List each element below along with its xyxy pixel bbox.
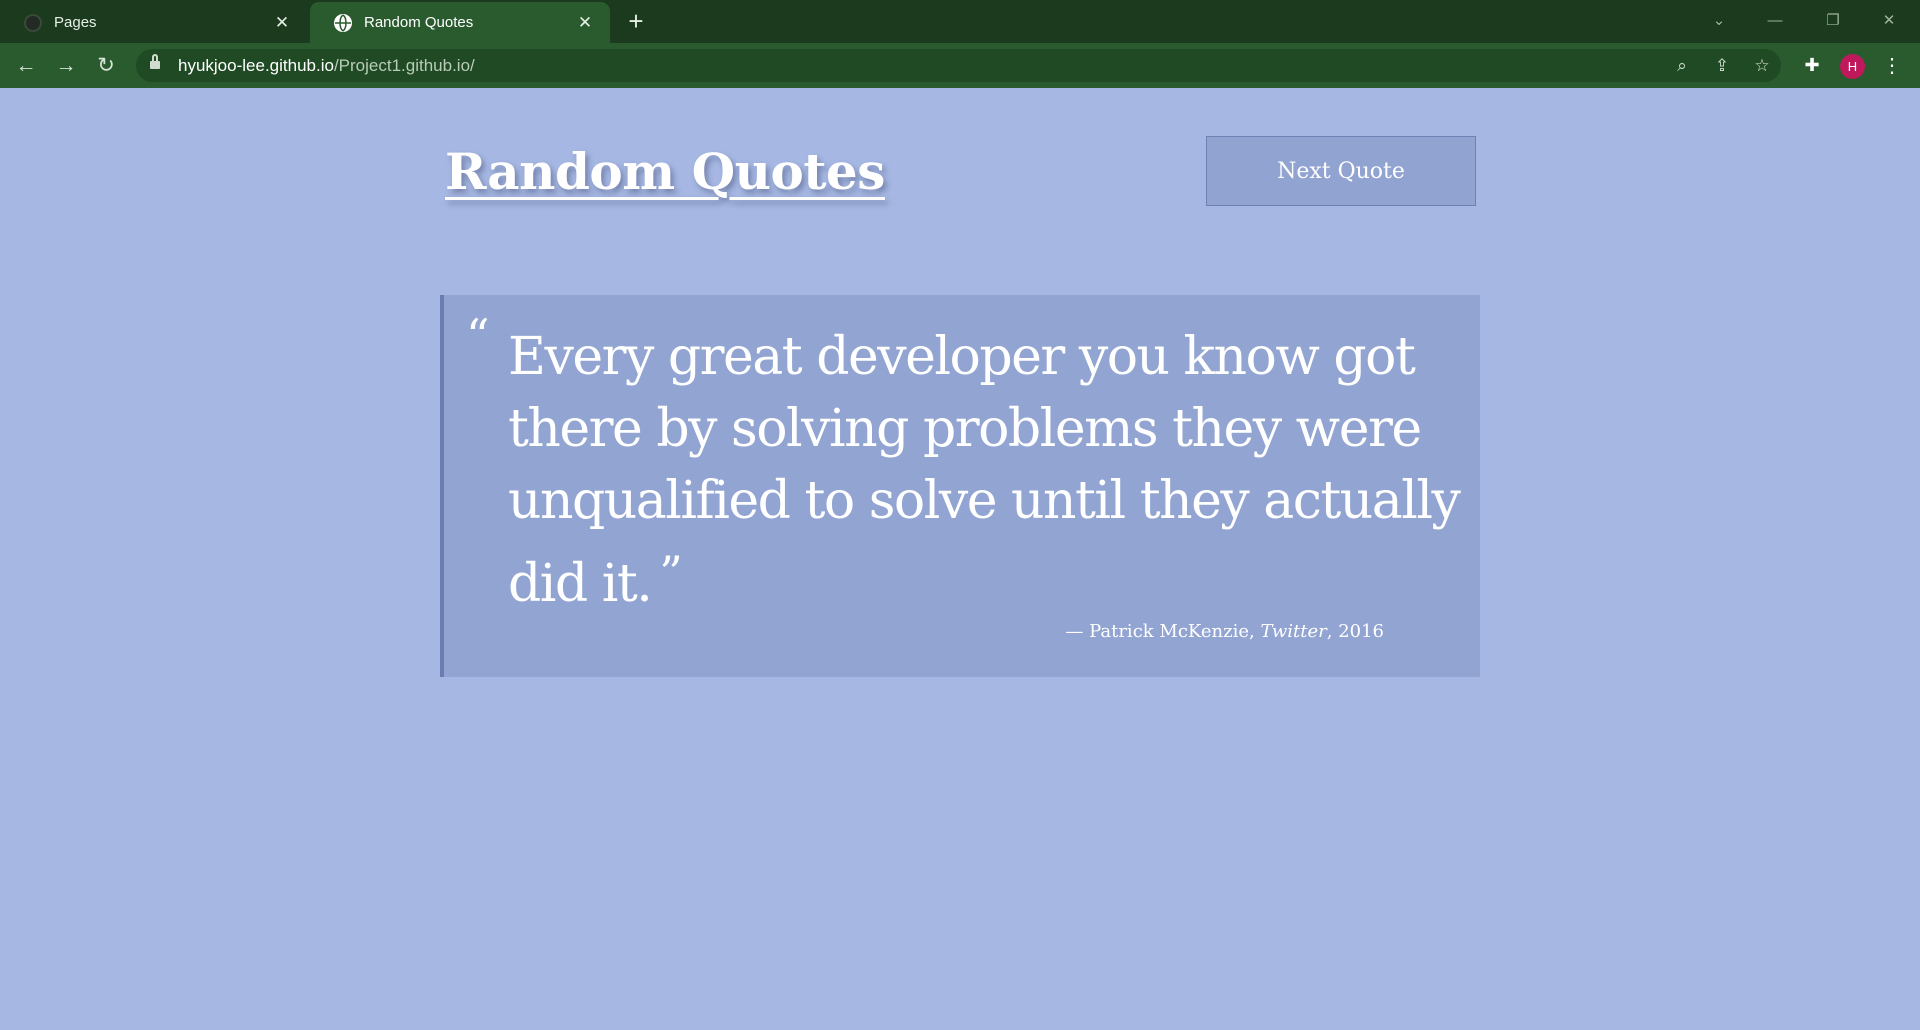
minimize-icon[interactable]: — bbox=[1752, 8, 1798, 34]
attribution-separator: , bbox=[1249, 621, 1261, 642]
globe-icon bbox=[334, 13, 352, 32]
address-bar[interactable]: hyukjoo-lee.github.io/Project1.github.io… bbox=[136, 49, 1781, 82]
close-tab-icon[interactable]: ✕ bbox=[271, 13, 293, 33]
url-text[interactable]: hyukjoo-lee.github.io/Project1.github.io… bbox=[178, 56, 475, 76]
menu-kebab-icon[interactable]: ⋮ bbox=[1880, 52, 1904, 80]
quote-text-block: Every great developer you know got there… bbox=[508, 321, 1468, 620]
quote-year: 2016 bbox=[1338, 621, 1384, 642]
back-icon[interactable]: ← bbox=[12, 52, 40, 80]
profile-avatar[interactable]: H bbox=[1840, 54, 1865, 79]
tab-strip: Pages ✕ Random Quotes ✕ + ⌄ — ❐ ✕ bbox=[0, 0, 1920, 43]
tab-title: Pages bbox=[54, 14, 97, 31]
next-quote-button[interactable]: Next Quote bbox=[1206, 136, 1476, 206]
quote-text: Every great developer you know got there… bbox=[508, 327, 1461, 614]
tab-pages[interactable]: Pages ✕ bbox=[0, 2, 307, 43]
close-quote-mark: ” bbox=[659, 546, 683, 600]
attribution-dash: — bbox=[1065, 621, 1090, 642]
lock-icon bbox=[150, 54, 160, 71]
url-host: hyukjoo-lee.github.io bbox=[178, 56, 334, 75]
tab-title: Random Quotes bbox=[364, 14, 474, 31]
quote-attribution: — Patrick McKenzie, Twitter, 2016 bbox=[1065, 621, 1384, 642]
bookmark-star-icon[interactable]: ☆ bbox=[1750, 54, 1774, 78]
github-icon bbox=[24, 13, 42, 32]
attribution-year-separator: , bbox=[1326, 621, 1339, 642]
open-quote-mark: “ bbox=[466, 309, 490, 363]
share-icon[interactable]: ⇪ bbox=[1710, 54, 1734, 78]
quote-source: Twitter bbox=[1260, 621, 1327, 642]
extensions-puzzle-icon[interactable]: ✚ bbox=[1800, 53, 1824, 77]
restore-icon[interactable]: ❐ bbox=[1810, 8, 1856, 34]
forward-icon[interactable]: → bbox=[52, 52, 80, 80]
zoom-icon[interactable]: ⌕ bbox=[1670, 54, 1694, 78]
browser-toolbar: ← → ↻ hyukjoo-lee.github.io/Project1.git… bbox=[0, 43, 1920, 88]
tab-random-quotes[interactable]: Random Quotes ✕ bbox=[310, 2, 610, 43]
close-tab-icon[interactable]: ✕ bbox=[574, 13, 596, 33]
page-title[interactable]: Random Quotes bbox=[445, 142, 885, 201]
page-content: Random Quotes Next Quote “ Every great d… bbox=[0, 88, 1920, 1030]
reload-icon[interactable]: ↻ bbox=[92, 52, 120, 80]
tab-search-icon[interactable]: ⌄ bbox=[1696, 8, 1742, 34]
quote-card: “ Every great developer you know got the… bbox=[440, 295, 1480, 677]
window-close-icon[interactable]: ✕ bbox=[1866, 8, 1912, 34]
quote-author: Patrick McKenzie bbox=[1089, 621, 1250, 642]
new-tab-button[interactable]: + bbox=[622, 8, 650, 36]
url-path: /Project1.github.io/ bbox=[333, 56, 475, 75]
